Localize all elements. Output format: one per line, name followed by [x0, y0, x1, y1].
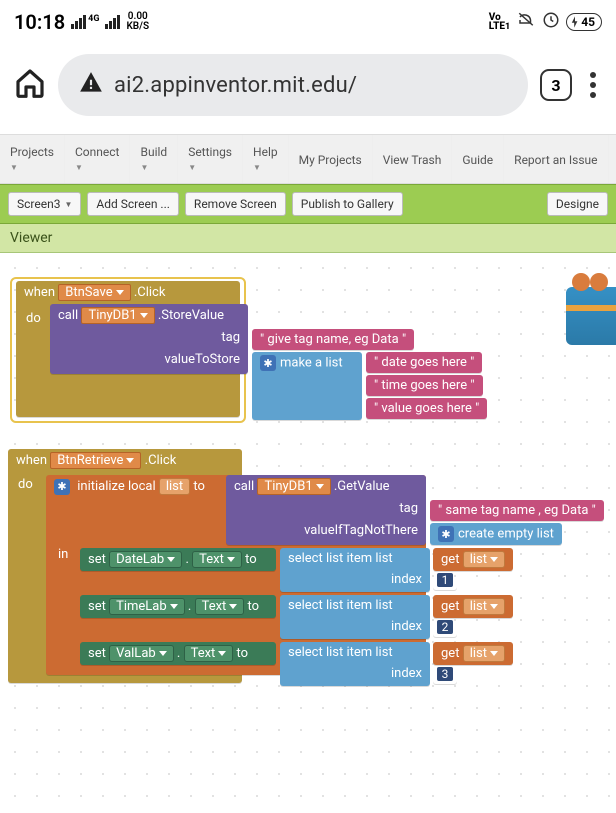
tab-switcher[interactable]: 3 — [540, 69, 572, 101]
block-select-item-3[interactable]: select list item list index — [280, 642, 430, 686]
menu-connect[interactable]: Connect▼ — [65, 135, 130, 183]
label-do: do — [18, 477, 33, 492]
block-get-list-2[interactable]: get list — [433, 595, 513, 618]
menu-view-trash[interactable]: View Trash — [373, 135, 453, 183]
block-index-1[interactable]: 1 — [433, 571, 457, 590]
block-text-date[interactable]: " date goes here " — [366, 352, 482, 373]
block-set-datelab[interactable]: set DateLab . Text to — [80, 548, 276, 571]
block-index-3[interactable]: 3 — [433, 665, 457, 684]
label-do: do — [26, 311, 41, 326]
volte-icon: VoLTE1 — [489, 13, 510, 32]
block-make-a-list[interactable]: ✱make a list — [252, 352, 362, 420]
screen-selector[interactable]: Screen3▼ — [8, 192, 81, 216]
block-index-2[interactable]: 2 — [433, 618, 457, 637]
signal-icon-1 — [71, 15, 86, 29]
label-tag: tag — [221, 330, 240, 345]
backpack-icon[interactable] — [566, 287, 616, 345]
block-call-storevalue[interactable]: call TinyDB1 .StoreValue tag valueToStor… — [50, 304, 248, 374]
status-clock: 10:18 — [14, 10, 65, 34]
block-set-vallab[interactable]: set ValLab . Text to — [80, 642, 276, 665]
screen-action-bar: Screen3▼ Add Screen ... Remove Screen Pu… — [0, 184, 616, 224]
menu-my-projects[interactable]: My Projects — [289, 135, 373, 183]
omnibox[interactable]: ai2.appinventor.mit.edu/ — [58, 54, 528, 116]
block-call-getvalue[interactable]: call TinyDB1 .GetValue tag valueIfTagNot… — [226, 475, 426, 545]
battery-indicator: 45 — [566, 13, 602, 31]
block-select-item-2[interactable]: select list item list index — [280, 595, 430, 639]
block-create-empty-list[interactable]: ✱create empty list — [430, 523, 562, 545]
block-set-timelab[interactable]: set TimeLab . Text to — [80, 595, 276, 618]
label-valuetostore: valueToStore — [165, 352, 240, 367]
menu-build[interactable]: Build▼ — [130, 135, 178, 183]
remove-screen-button[interactable]: Remove Screen — [185, 192, 286, 216]
clock-icon — [542, 11, 560, 33]
network-speed: 0.00 KB/S — [126, 12, 149, 32]
browser-menu-icon[interactable] — [584, 68, 602, 102]
appinventor-top-menu: Projects▼ Connect▼ Build▼ Settings▼ Help… — [0, 134, 616, 184]
add-screen-button[interactable]: Add Screen ... — [87, 192, 179, 216]
label-valifnot: valueIfTagNotThere — [304, 523, 418, 538]
publish-gallery-button[interactable]: Publish to Gallery — [292, 192, 403, 216]
menu-help[interactable]: Help▼ — [243, 135, 289, 183]
vibrate-icon — [516, 11, 536, 33]
block-get-list-1[interactable]: get list — [433, 548, 513, 571]
url-text: ai2.appinventor.mit.edu/ — [114, 73, 357, 98]
site-security-icon — [78, 70, 104, 100]
label-in: in — [58, 547, 68, 562]
menu-guide[interactable]: Guide — [452, 135, 504, 183]
menu-settings[interactable]: Settings▼ — [178, 135, 243, 183]
blocks-canvas[interactable]: when BtnSave .Click do call TinyDB1 .Sto… — [0, 253, 616, 813]
block-text-tag[interactable]: " give tag name, eg Data " — [252, 329, 414, 350]
home-icon[interactable] — [14, 67, 46, 103]
block-text-value[interactable]: " value goes here " — [366, 398, 487, 419]
browser-toolbar: ai2.appinventor.mit.edu/ 3 — [0, 40, 616, 134]
block-text-time[interactable]: " time goes here " — [366, 375, 483, 396]
menu-projects[interactable]: Projects▼ — [0, 135, 65, 183]
designer-button[interactable]: Designe — [547, 192, 608, 216]
block-get-list-3[interactable]: get list — [433, 642, 513, 665]
status-bar: 10:18 4G 0.00 KB/S VoLTE1 45 — [0, 0, 616, 40]
network-gen: 4G — [88, 15, 99, 23]
block-select-item-1[interactable]: select list item list index — [280, 548, 430, 592]
gear-icon[interactable]: ✱ — [438, 526, 454, 542]
gear-icon[interactable]: ✱ — [54, 479, 70, 495]
viewer-header: Viewer — [0, 224, 616, 253]
menu-english[interactable]: English▼ — [609, 135, 616, 183]
label-tag: tag — [399, 501, 418, 516]
block-text-sametag[interactable]: " same tag name , eg Data " — [430, 500, 604, 521]
gear-icon[interactable]: ✱ — [260, 355, 276, 371]
menu-report-issue[interactable]: Report an Issue — [504, 135, 608, 183]
signal-icon-2 — [105, 15, 120, 29]
